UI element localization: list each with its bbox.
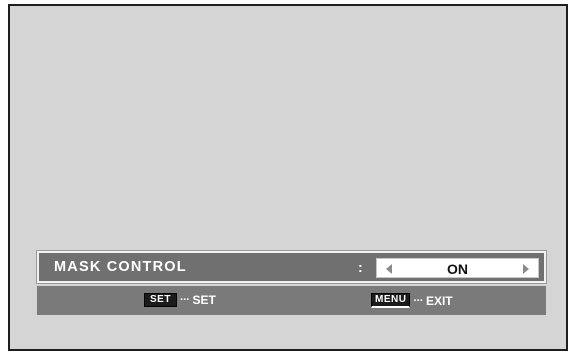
exit-guide: MENU ··· EXIT xyxy=(371,293,453,308)
set-key-badge: SET xyxy=(144,293,177,307)
mask-control-value-selector[interactable]: ON xyxy=(376,258,539,278)
osd-screen: MASK CONTROL : ON SET ··· SET MENU ··· E… xyxy=(8,4,568,351)
set-guide-label: SET xyxy=(192,293,216,307)
mask-control-value: ON xyxy=(447,261,468,277)
mask-control-menu-row[interactable]: MASK CONTROL : ON xyxy=(36,250,547,284)
exit-guide-label: EXIT xyxy=(425,293,453,308)
exit-dots: ··· xyxy=(413,294,423,307)
set-guide: SET ··· SET xyxy=(144,293,216,307)
mask-control-label: MASK CONTROL xyxy=(54,259,187,275)
menu-separator: : xyxy=(358,259,363,275)
set-dots: ··· xyxy=(179,294,190,306)
key-guide-bar: SET ··· SET MENU ··· EXIT xyxy=(37,286,546,315)
right-arrow-icon[interactable] xyxy=(523,264,529,274)
menu-key-badge: MENU xyxy=(371,293,411,308)
